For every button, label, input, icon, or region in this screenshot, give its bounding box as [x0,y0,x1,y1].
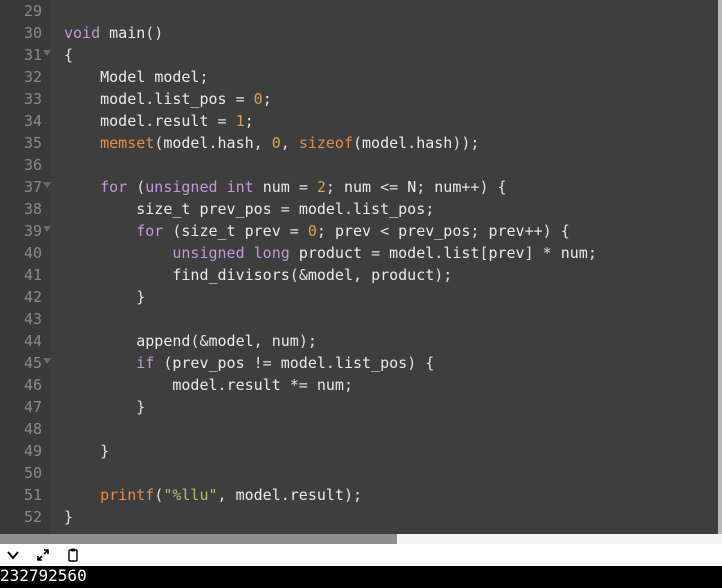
line-number: 44 [0,330,42,352]
code-editor[interactable]: 2930313233343536373839404142434445464748… [0,0,722,534]
line-number: 32 [0,66,42,88]
code-line[interactable]: void main() [64,22,718,44]
code-line[interactable]: } [64,440,718,462]
code-line[interactable]: find_divisors(&model, product); [64,264,718,286]
code-line[interactable]: } [64,286,718,308]
line-number: 36 [0,154,42,176]
fold-marker-icon[interactable] [43,50,51,56]
code-line[interactable] [64,154,718,176]
code-area[interactable]: void main(){ Model model; model.list_pos… [50,0,718,534]
line-number: 39 [0,220,42,242]
line-number: 46 [0,374,42,396]
code-line[interactable]: { [64,44,718,66]
line-number: 43 [0,308,42,330]
fold-marker-icon[interactable] [43,182,51,188]
console-output: 232792560 [0,566,722,588]
code-line[interactable]: append(&model, num); [64,330,718,352]
code-line[interactable]: size_t prev_pos = model.list_pos; [64,198,718,220]
line-number: 52 [0,506,42,528]
code-line[interactable]: for (unsigned int num = 2; num <= N; num… [64,176,718,198]
code-line[interactable]: printf("%llu", model.result); [64,484,718,506]
code-line[interactable]: } [64,506,718,528]
code-line[interactable]: memset(model.hash, 0, sizeof(model.hash)… [64,132,718,154]
line-number: 40 [0,242,42,264]
scrollbar-track[interactable] [397,534,722,544]
line-number: 42 [0,286,42,308]
code-line[interactable]: if (prev_pos != model.list_pos) { [64,352,718,374]
line-number: 30 [0,22,42,44]
line-number: 37 [0,176,42,198]
line-number: 29 [0,0,42,22]
expand-icon[interactable] [36,548,50,562]
line-number: 38 [0,198,42,220]
scrollbar-thumb[interactable] [0,534,397,544]
line-number: 45 [0,352,42,374]
code-line[interactable] [64,462,718,484]
line-number: 34 [0,110,42,132]
line-number: 50 [0,462,42,484]
line-number: 41 [0,264,42,286]
horizontal-scrollbar[interactable] [0,534,722,544]
code-line[interactable]: unsigned long product = model.list[prev]… [64,242,718,264]
code-line[interactable] [64,308,718,330]
clipboard-icon[interactable] [66,548,80,562]
line-number: 48 [0,418,42,440]
fold-marker-icon[interactable] [43,226,51,232]
code-line[interactable]: } [64,396,718,418]
chevron-down-icon[interactable] [6,548,20,562]
toolbar [0,544,722,566]
line-number-gutter[interactable]: 2930313233343536373839404142434445464748… [0,0,50,534]
code-line[interactable] [64,0,718,22]
line-number: 31 [0,44,42,66]
code-line[interactable] [64,418,718,440]
code-line[interactable]: model.list_pos = 0; [64,88,718,110]
line-number: 51 [0,484,42,506]
line-number: 33 [0,88,42,110]
code-line[interactable]: model.result *= num; [64,374,718,396]
code-line[interactable]: for (size_t prev = 0; prev < prev_pos; p… [64,220,718,242]
fold-marker-icon[interactable] [43,358,51,364]
code-line[interactable]: Model model; [64,66,718,88]
code-line[interactable]: model.result = 1; [64,110,718,132]
line-number: 35 [0,132,42,154]
line-number: 49 [0,440,42,462]
line-number: 47 [0,396,42,418]
console-text: 232792560 [0,566,87,585]
